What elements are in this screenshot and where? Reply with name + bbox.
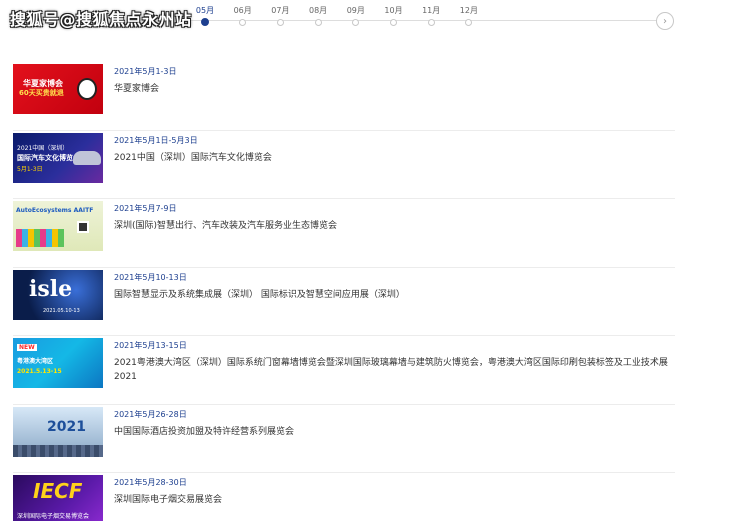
thumb-text: NEW bbox=[17, 344, 37, 351]
timeline-dot bbox=[390, 19, 397, 26]
event-title[interactable]: 国际智慧显示及系统集成展（深圳） 国际标识及智慧空间应用展（深圳） bbox=[114, 288, 675, 302]
month-tab[interactable]: 09月 bbox=[336, 6, 376, 26]
month-label: 10月 bbox=[384, 6, 403, 15]
next-month-button[interactable]: › bbox=[656, 12, 674, 30]
thumb-text: 2021.05.10-13 bbox=[43, 307, 80, 314]
event-title[interactable]: 2021中国（深圳）国际汽车文化博览会 bbox=[114, 151, 675, 165]
timeline-dot bbox=[465, 19, 473, 26]
thumb-text: 粤港澳大湾区 bbox=[17, 358, 54, 365]
event-title[interactable]: 2021粤港澳大湾区（深圳）国际系统门窗幕墙博览会暨深圳国际玻璃幕墙与建筑防火博… bbox=[114, 356, 675, 384]
event-thumbnail[interactable]: 2021中国（深圳） 国际汽车文化博览会 5月1-3日 bbox=[13, 132, 103, 183]
event-item[interactable]: 2021 2021年5月26-28日 中国国际酒店投资加盟及特许经营系列展览会 bbox=[13, 405, 675, 473]
thumb-text: 2021 bbox=[47, 418, 86, 435]
month-label: 08月 bbox=[309, 6, 328, 15]
timeline-dot bbox=[314, 19, 322, 26]
event-title[interactable]: 中国国际酒店投资加盟及特许经营系列展览会 bbox=[114, 425, 675, 439]
month-label: 06月 bbox=[233, 6, 252, 15]
event-date: 2021年5月1-3日 bbox=[114, 67, 177, 76]
event-title[interactable]: 深圳国际电子烟交易展览会 bbox=[114, 493, 675, 507]
event-item[interactable]: isle 2021.05.10-13 2021年5月10-13日 国际智慧显示及… bbox=[13, 268, 675, 336]
thumb-text: AutoEcosystems AAITF bbox=[16, 207, 94, 214]
month-tab[interactable]: 08月 bbox=[298, 6, 338, 26]
chevron-right-icon: › bbox=[663, 15, 667, 27]
panda-icon bbox=[77, 78, 97, 100]
event-date: 2021年5月1日-5月3日 bbox=[114, 135, 198, 145]
color-blocks-graphic bbox=[16, 229, 64, 247]
month-tab[interactable]: 12月 bbox=[449, 6, 489, 26]
event-date: 2021年5月26-28日 bbox=[114, 409, 187, 419]
event-thumbnail[interactable]: IECF 深圳国际电子烟交易博览会 bbox=[13, 475, 103, 521]
month-label: 09月 bbox=[346, 6, 365, 15]
event-title[interactable]: 华夏家博会 bbox=[114, 82, 675, 96]
month-label: 11月 bbox=[422, 6, 441, 15]
month-tab[interactable]: 06月 bbox=[223, 6, 263, 26]
timeline-dot bbox=[276, 19, 284, 26]
thumb-text: 深圳国际电子烟交易博览会 bbox=[17, 513, 90, 520]
thumb-text: 60天买贵就退 bbox=[19, 89, 64, 97]
event-list: 华夏家博会 60天买贵就退 2021年5月1-3日 华夏家博会 2021中国（深… bbox=[13, 62, 675, 521]
month-label: 12月 bbox=[459, 6, 478, 15]
month-tab[interactable]: 11月 bbox=[411, 6, 451, 26]
month-tab[interactable]: 07月 bbox=[260, 6, 300, 26]
event-thumbnail[interactable]: 华夏家博会 60天买贵就退 bbox=[13, 64, 103, 114]
event-thumbnail[interactable]: isle 2021.05.10-13 bbox=[13, 269, 103, 320]
thumb-text: 2021中国（深圳） bbox=[17, 144, 69, 152]
event-item[interactable]: 华夏家博会 60天买贵就退 2021年5月1-3日 华夏家博会 bbox=[13, 62, 675, 131]
event-date: 2021年5月28-30日 bbox=[114, 478, 187, 487]
event-item[interactable]: 2021中国（深圳） 国际汽车文化博览会 5月1-3日 2021年5月1日-5月… bbox=[13, 131, 675, 199]
event-item[interactable]: IECF 深圳国际电子烟交易博览会 2021年5月28-30日 深圳国际电子烟交… bbox=[13, 473, 675, 521]
thumb-logo-text: isle bbox=[29, 275, 73, 302]
city-skyline-graphic bbox=[13, 444, 103, 457]
event-item[interactable]: NEW 粤港澳大湾区 2021.5.13-15 2021年5月13-15日 20… bbox=[13, 336, 675, 405]
event-date: 2021年5月7-9日 bbox=[114, 204, 177, 213]
thumb-text: 5月1-3日 bbox=[17, 165, 43, 173]
timeline-dot bbox=[427, 19, 435, 26]
month-label: 07月 bbox=[271, 6, 290, 15]
qr-code-icon bbox=[77, 221, 89, 233]
event-title[interactable]: 深圳(国际)智慧出行、汽车改装及汽车服务业生态博览会 bbox=[114, 219, 675, 233]
event-item[interactable]: AutoEcosystems AAITF 2021年5月7-9日 深圳(国际)智… bbox=[13, 199, 675, 268]
timeline-dot bbox=[201, 18, 209, 26]
event-thumbnail[interactable]: NEW 粤港澳大湾区 2021.5.13-15 bbox=[13, 338, 103, 388]
event-thumbnail[interactable]: AutoEcosystems AAITF bbox=[13, 201, 103, 251]
thumb-text: 2021.5.13-15 bbox=[17, 368, 62, 375]
watermark: 搜狐号@搜狐焦点永州站 bbox=[10, 10, 192, 29]
event-date: 2021年5月10-13日 bbox=[114, 272, 187, 282]
thumb-logo-text: IECF bbox=[33, 479, 83, 503]
event-thumbnail[interactable]: 2021 bbox=[13, 406, 103, 457]
car-icon bbox=[73, 150, 101, 165]
month-tab[interactable]: 10月 bbox=[374, 6, 414, 26]
event-date: 2021年5月13-15日 bbox=[114, 341, 187, 350]
timeline-dot bbox=[352, 19, 360, 26]
timeline-dot bbox=[239, 19, 247, 26]
thumb-text: 国际汽车文化博览会 bbox=[17, 153, 80, 162]
